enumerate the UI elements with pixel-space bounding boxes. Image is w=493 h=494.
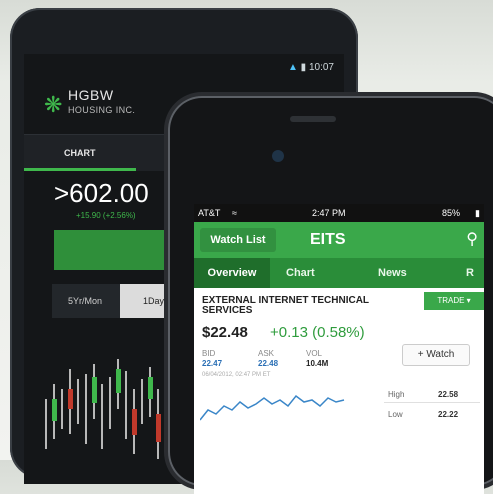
tab-chart[interactable]: CHART	[64, 135, 96, 171]
last-price: $22.48	[202, 324, 248, 341]
chevron-down-icon: ▾	[466, 296, 471, 305]
low-label: Low	[388, 410, 403, 419]
trade-label: TRADE	[437, 296, 465, 305]
iphone-device: AT&T ≈ 2:47 PM 85% ▮ Watch List EITS ⚲ O…	[168, 96, 493, 494]
brand-subtitle: HOUSING INC.	[68, 105, 136, 115]
battery-icon: ▮	[475, 208, 480, 218]
high-label: High	[388, 390, 405, 399]
tab-overview[interactable]: Overview	[194, 258, 270, 288]
signal-icon: ▲	[287, 62, 298, 73]
ios-status-bar: AT&T ≈ 2:47 PM 85% ▮	[194, 204, 484, 222]
android-price: >602.00	[54, 178, 149, 208]
divider	[384, 402, 480, 403]
bid-value: 22.47	[202, 359, 223, 368]
trade-dropdown[interactable]: TRADE ▾	[424, 292, 484, 310]
bid-label: BID	[202, 349, 216, 358]
vol-label: VOL	[306, 349, 323, 358]
front-camera	[272, 150, 284, 162]
ask-value: 22.48	[258, 359, 279, 368]
search-icon[interactable]: ⚲	[466, 222, 478, 258]
ask-label: ASK	[258, 349, 275, 358]
hgbw-logo-icon: ❋	[44, 92, 63, 117]
android-change: +15.90 (+2.56%)	[76, 211, 136, 220]
ios-tab-bar: Overview Chart News R	[194, 258, 484, 288]
active-tab-indicator	[24, 168, 136, 171]
range-5yr[interactable]: 5Yr/Mon	[52, 284, 118, 318]
speaker-grille	[290, 116, 336, 122]
wifi-icon: ≈	[232, 208, 237, 218]
tab-news[interactable]: News	[378, 258, 407, 288]
ios-time: 2:47 PM	[312, 208, 346, 218]
tab-chart[interactable]: Chart	[286, 258, 315, 288]
high-value: 22.58	[438, 390, 459, 399]
android-time: 10:07	[308, 62, 334, 73]
iphone-screen: AT&T ≈ 2:47 PM 85% ▮ Watch List EITS ⚲ O…	[194, 204, 484, 494]
symbol-title: EITS	[310, 231, 346, 248]
low-value: 22.22	[438, 410, 459, 419]
intraday-sparkline	[200, 394, 345, 421]
add-watch-button[interactable]: + Watch	[402, 344, 470, 366]
android-status-bar: ▲ ▮ 10:07	[288, 62, 334, 73]
battery-icon: ▮	[300, 62, 307, 73]
vol-value: 10.4M	[306, 359, 329, 368]
battery-percent: 85%	[441, 208, 460, 218]
carrier-label: AT&T	[198, 208, 221, 218]
brand-name: HGBW	[68, 87, 114, 103]
quote-timestamp: 06/04/2012, 02:47 PM ET	[202, 372, 271, 378]
nav-bar: Watch List EITS ⚲	[194, 222, 484, 258]
tab-research[interactable]: R	[466, 258, 474, 288]
price-change: +0.13 (0.58%)	[270, 324, 365, 341]
company-name: EXTERNAL INTERNET TECHNICAL SERVICES	[202, 295, 369, 316]
watch-list-button[interactable]: Watch List	[200, 228, 276, 252]
